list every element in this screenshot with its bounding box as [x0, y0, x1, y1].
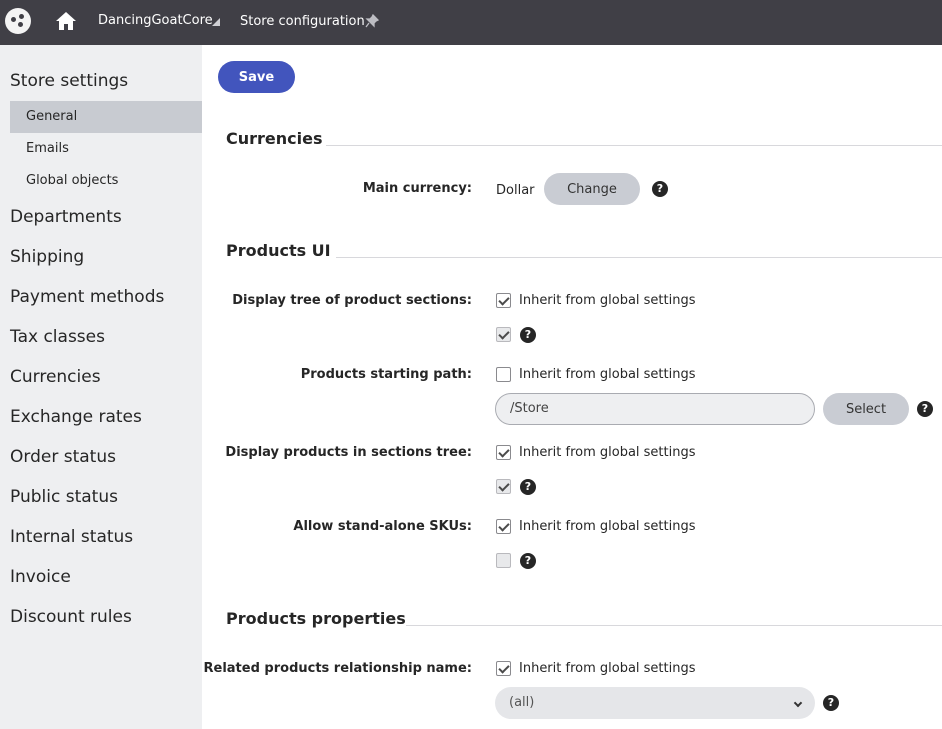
- help-icon[interactable]: ?: [520, 479, 536, 495]
- section-divider: [336, 257, 942, 258]
- help-icon[interactable]: ?: [652, 181, 668, 197]
- change-currency-button[interactable]: Change: [544, 173, 640, 205]
- sidebar: Store settings General Emails Global obj…: [0, 45, 202, 729]
- section-title-products-properties: Products properties: [226, 609, 406, 628]
- display-tree-inherit-label[interactable]: Inherit from global settings: [519, 293, 696, 308]
- display-tree-value-checkbox: [496, 327, 511, 342]
- display-products-inherit-checkbox[interactable]: [496, 445, 511, 460]
- section-divider: [406, 625, 942, 626]
- help-icon[interactable]: ?: [917, 401, 933, 417]
- section-divider: [326, 145, 942, 146]
- site-dropdown-caret-icon[interactable]: [212, 18, 220, 26]
- sidebar-item-order-status[interactable]: Order status: [10, 447, 116, 467]
- section-title-products-ui: Products UI: [226, 241, 331, 260]
- help-icon[interactable]: ?: [823, 695, 839, 711]
- sidebar-item-public-status[interactable]: Public status: [10, 487, 118, 507]
- sidebar-item-tax-classes[interactable]: Tax classes: [10, 327, 105, 347]
- related-products-select[interactable]: (all): [495, 687, 815, 719]
- help-icon[interactable]: ?: [520, 327, 536, 343]
- related-products-label: Related products relationship name:: [203, 661, 473, 676]
- standalone-skus-value-checkbox: [496, 553, 511, 568]
- app-logo-icon[interactable]: [5, 8, 31, 34]
- sidebar-item-currencies[interactable]: Currencies: [10, 367, 101, 387]
- main-content: Save Currencies Main currency: Dollar Ch…: [202, 45, 942, 729]
- select-path-button[interactable]: Select: [823, 393, 909, 425]
- sidebar-item-departments[interactable]: Departments: [10, 207, 122, 227]
- related-products-selected-value: (all): [509, 695, 535, 710]
- display-tree-inherit-checkbox[interactable]: [496, 293, 511, 308]
- top-bar: DancingGoatCore Store configuration: [0, 0, 942, 45]
- pin-icon[interactable]: [365, 14, 379, 28]
- starting-path-inherit-checkbox[interactable]: [496, 367, 511, 382]
- standalone-skus-label: Allow stand-alone SKUs:: [293, 519, 472, 534]
- save-button[interactable]: Save: [218, 61, 295, 93]
- sidebar-item-store-settings[interactable]: Store settings: [10, 71, 128, 91]
- sidebar-item-invoice[interactable]: Invoice: [10, 567, 71, 587]
- standalone-skus-inherit-label[interactable]: Inherit from global settings: [519, 519, 696, 534]
- sidebar-subitem-global-objects[interactable]: Global objects: [26, 173, 118, 188]
- starting-path-inherit-label[interactable]: Inherit from global settings: [519, 367, 696, 382]
- breadcrumb-site[interactable]: DancingGoatCore: [98, 13, 213, 28]
- display-tree-label: Display tree of product sections:: [232, 293, 472, 308]
- sidebar-item-payment-methods[interactable]: Payment methods: [10, 287, 164, 307]
- starting-path-label: Products starting path:: [300, 367, 472, 382]
- breadcrumb-page: Store configuration: [240, 14, 365, 29]
- display-products-label: Display products in sections tree:: [225, 445, 472, 460]
- standalone-skus-inherit-checkbox[interactable]: [496, 519, 511, 534]
- display-products-value-checkbox: [496, 479, 511, 494]
- sidebar-item-discount-rules[interactable]: Discount rules: [10, 607, 132, 627]
- sidebar-item-internal-status[interactable]: Internal status: [10, 527, 133, 547]
- home-icon[interactable]: [54, 9, 78, 33]
- starting-path-input[interactable]: /Store: [495, 393, 815, 425]
- related-products-inherit-label[interactable]: Inherit from global settings: [519, 661, 696, 676]
- main-currency-label: Main currency:: [362, 181, 472, 196]
- sidebar-item-shipping[interactable]: Shipping: [10, 247, 84, 267]
- chevron-down-icon: [793, 698, 803, 708]
- main-currency-value: Dollar: [496, 183, 535, 198]
- section-title-currencies: Currencies: [226, 129, 323, 148]
- display-products-inherit-label[interactable]: Inherit from global settings: [519, 445, 696, 460]
- sidebar-subitem-emails[interactable]: Emails: [26, 141, 69, 156]
- related-products-inherit-checkbox[interactable]: [496, 661, 511, 676]
- sidebar-subitem-general[interactable]: General: [26, 109, 77, 124]
- sidebar-item-exchange-rates[interactable]: Exchange rates: [10, 407, 142, 427]
- help-icon[interactable]: ?: [520, 553, 536, 569]
